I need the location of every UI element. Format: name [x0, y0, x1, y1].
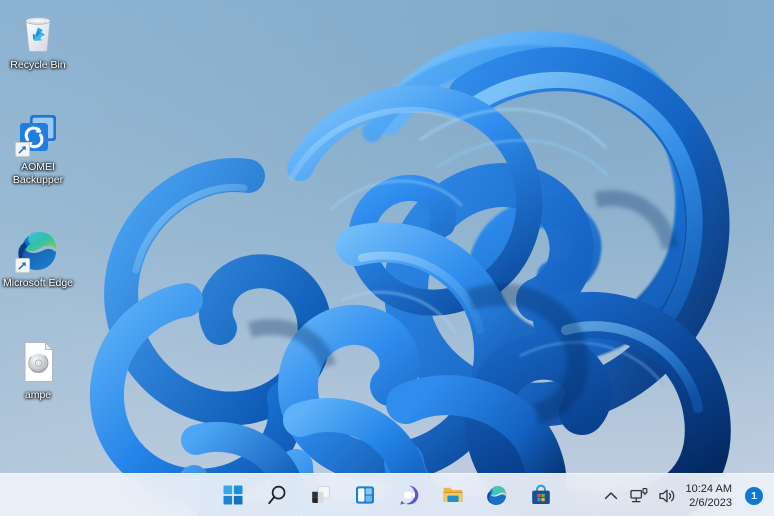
shortcut-overlay-icon: [15, 258, 30, 273]
network-icon: [629, 486, 649, 506]
notification-count-badge: 1: [745, 486, 763, 505]
chat-button[interactable]: [387, 475, 431, 515]
desktop-icon-label: ampe: [24, 389, 52, 401]
desktop-icon-label: AOMEI Backupper: [12, 161, 64, 186]
system-tray: 10:24 AM 2/6/2023 1: [597, 474, 774, 516]
notification-center-button[interactable]: 1: [739, 476, 767, 516]
search-icon: [265, 483, 289, 507]
start-button[interactable]: [211, 475, 255, 515]
recycle-bin-icon: [14, 8, 62, 56]
widgets-button[interactable]: [343, 475, 387, 515]
speaker-icon: [657, 486, 677, 506]
store-icon: [529, 483, 553, 507]
clock-date: 2/6/2023: [689, 496, 732, 509]
shortcut-overlay-icon: [15, 142, 30, 157]
volume-button[interactable]: [653, 476, 681, 516]
desktop-icon-recycle-bin[interactable]: Recycle Bin: [0, 8, 76, 72]
store-button[interactable]: [519, 475, 563, 515]
disc-file-icon: [14, 338, 62, 386]
desktop-icon-microsoft-edge[interactable]: Microsoft Edge: [0, 226, 76, 290]
desktop-wallpaper: [0, 0, 774, 516]
widgets-icon: [353, 483, 377, 507]
search-button[interactable]: [255, 475, 299, 515]
folder-icon: [441, 483, 465, 507]
desktop-icon-ampe-file[interactable]: ampe: [0, 338, 76, 402]
taskbar[interactable]: 10:24 AM 2/6/2023 1: [0, 473, 774, 516]
desktop[interactable]: Recycle Bin AOMEI Backupper Microsoft Ed…: [0, 0, 774, 516]
desktop-icon-aomei-backupper[interactable]: AOMEI Backupper: [0, 110, 76, 186]
clock-time: 10:24 AM: [685, 482, 732, 495]
edge-icon: [485, 483, 509, 507]
edge-taskbar-button[interactable]: [475, 475, 519, 515]
task-view-icon: [309, 483, 333, 507]
edge-icon: [14, 226, 62, 274]
task-view-button[interactable]: [299, 475, 343, 515]
network-button[interactable]: [625, 476, 653, 516]
desktop-icon-label: Microsoft Edge: [2, 277, 74, 289]
clock-button[interactable]: 10:24 AM 2/6/2023: [681, 476, 739, 516]
file-explorer-button[interactable]: [431, 475, 475, 515]
desktop-icon-label: Recycle Bin: [10, 59, 66, 71]
chevron-up-icon: [601, 486, 621, 506]
show-hidden-icons-button[interactable]: [597, 476, 625, 516]
chat-icon: [397, 483, 421, 507]
windows-logo-icon: [221, 483, 245, 507]
aomei-backupper-icon: [14, 110, 62, 158]
